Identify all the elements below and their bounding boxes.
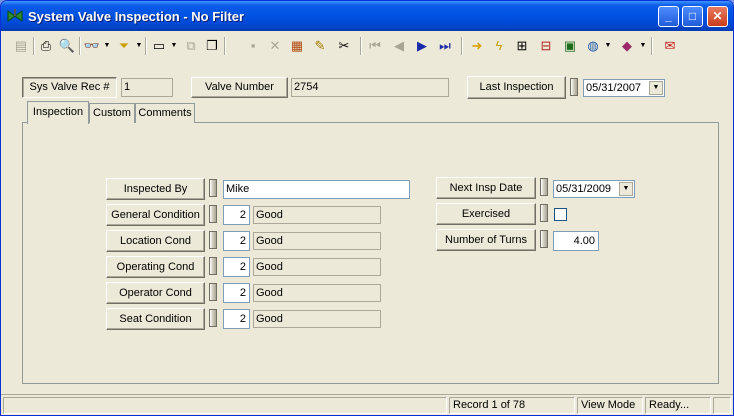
new-record-icon[interactable]: ▤ xyxy=(11,35,31,57)
inspected-by-button[interactable]: Inspected By xyxy=(106,178,205,200)
resize-grip[interactable] xyxy=(713,397,731,414)
lock-indicator xyxy=(540,178,548,196)
print-icon[interactable]: ⎙ xyxy=(36,35,56,57)
status-state: Ready... xyxy=(645,397,711,414)
inspected-by-input[interactable]: Mike xyxy=(223,180,410,199)
lock-indicator xyxy=(209,257,217,275)
chevron-down-icon[interactable]: ▼ xyxy=(103,35,111,57)
lock-indicator xyxy=(209,283,217,301)
tab-inspection[interactable]: Inspection xyxy=(27,101,89,124)
seat-condition-code[interactable]: 2 xyxy=(223,309,250,329)
toolbar-separator xyxy=(360,37,362,55)
books-icon[interactable]: ▦ xyxy=(287,35,307,57)
globe-icon[interactable]: ◍ xyxy=(583,35,603,57)
tab-comments[interactable]: Comments xyxy=(135,103,195,123)
seat-condition-desc: Good xyxy=(253,310,381,328)
valve-number-button[interactable]: Valve Number xyxy=(191,77,288,98)
copy-icon[interactable]: ❐ xyxy=(202,35,222,57)
close-button[interactable]: ✕ xyxy=(707,6,728,27)
last-record-icon[interactable]: ⏭ xyxy=(435,35,455,57)
operator-cond-desc: Good xyxy=(253,284,381,302)
general-condition-button[interactable]: General Condition xyxy=(106,204,205,226)
lock-indicator xyxy=(570,78,578,96)
toolbar: ▤ ⎙ 🔍 👓 ▼ ⏷ ▼ ▭ ▼ ⧉ ❐ ▪ ✕ ▦ ✎ ✂ ⏮ ◀ ▶ ⏭ … xyxy=(3,32,731,60)
operating-cond-code[interactable]: 2 xyxy=(223,257,250,277)
binoculars-icon[interactable]: 👓 xyxy=(82,35,102,57)
seat-condition-button[interactable]: Seat Condition xyxy=(106,308,205,330)
number-of-turns-button[interactable]: Number of Turns xyxy=(436,229,536,251)
title-bar[interactable]: System Valve Inspection - No Filter _ □ … xyxy=(1,1,733,31)
form-icon[interactable]: ▭ xyxy=(149,35,169,57)
next-insp-date-combo[interactable]: 05/31/2009 ▼ xyxy=(553,180,635,198)
location-cond-code[interactable]: 2 xyxy=(223,231,250,251)
tree-icon[interactable]: ⊞ xyxy=(512,35,532,57)
toolbar-separator xyxy=(33,37,35,55)
filter-icon[interactable]: ⏷ xyxy=(114,35,134,57)
valve-icon xyxy=(7,9,23,22)
lock-indicator xyxy=(209,205,217,223)
status-record: Record 1 of 78 xyxy=(449,397,575,414)
tab-custom[interactable]: Custom xyxy=(89,103,135,123)
chevron-down-icon[interactable]: ▼ xyxy=(619,182,633,196)
operating-cond-desc: Good xyxy=(253,258,381,276)
valve-number-field: 2754 xyxy=(291,78,449,97)
status-bar: Record 1 of 78 View Mode Ready... xyxy=(1,394,733,415)
toolbar-separator xyxy=(461,37,463,55)
book-icon[interactable]: ◆ xyxy=(617,35,637,57)
number-of-turns-input[interactable]: 4.00 xyxy=(553,231,599,251)
map-icon[interactable]: ▣ xyxy=(560,35,580,57)
sys-valve-rec-field: 1 xyxy=(121,78,173,97)
toolbar-separator xyxy=(224,37,226,55)
exercised-button[interactable]: Exercised xyxy=(436,203,536,225)
next-record-icon[interactable]: ▶ xyxy=(412,35,432,57)
maximize-button[interactable]: □ xyxy=(682,6,703,27)
status-mode: View Mode xyxy=(577,397,643,414)
operator-cond-button[interactable]: Operator Cond xyxy=(106,282,205,304)
next-insp-date-value: 05/31/2009 xyxy=(556,183,612,195)
chevron-down-icon[interactable]: ▼ xyxy=(604,35,612,57)
first-record-icon[interactable]: ⏮ xyxy=(365,35,385,57)
goto-arrow-icon[interactable]: ➜ xyxy=(467,35,487,57)
operator-cond-code[interactable]: 2 xyxy=(223,283,250,303)
save-icon[interactable]: ▪ xyxy=(243,35,263,57)
toolbar-separator xyxy=(651,37,653,55)
minimize-button[interactable]: _ xyxy=(658,6,679,27)
pencil-icon[interactable]: ✎ xyxy=(310,35,330,57)
next-insp-date-button[interactable]: Next Insp Date xyxy=(436,177,536,199)
lock-indicator xyxy=(209,309,217,327)
chevron-down-icon[interactable]: ▼ xyxy=(639,35,647,57)
lightning-icon[interactable]: ϟ xyxy=(489,35,509,57)
status-empty-cell xyxy=(3,397,447,414)
exercised-checkbox[interactable] xyxy=(554,208,567,221)
lock-indicator xyxy=(540,230,548,248)
window-title: System Valve Inspection - No Filter xyxy=(28,9,245,24)
print-preview-icon[interactable]: 🔍 xyxy=(57,35,77,57)
operating-cond-button[interactable]: Operating Cond xyxy=(106,256,205,278)
lock-indicator xyxy=(209,179,217,197)
lock-indicator xyxy=(209,231,217,249)
hierarchy-icon[interactable]: ⊟ xyxy=(536,35,556,57)
chevron-down-icon[interactable]: ▼ xyxy=(649,81,663,95)
chevron-down-icon[interactable]: ▼ xyxy=(135,35,143,57)
previous-record-icon[interactable]: ◀ xyxy=(389,35,409,57)
delete-icon[interactable]: ✕ xyxy=(265,35,285,57)
location-cond-desc: Good xyxy=(253,232,381,250)
mail-icon[interactable]: ✉ xyxy=(660,35,680,57)
sys-valve-rec-button[interactable]: Sys Valve Rec # xyxy=(22,77,117,98)
toolbar-separator xyxy=(79,37,81,55)
inspection-tab-panel xyxy=(22,122,719,384)
app-window: System Valve Inspection - No Filter _ □ … xyxy=(0,0,734,416)
chevron-down-icon[interactable]: ▼ xyxy=(170,35,178,57)
last-inspection-date-value: 05/31/2007 xyxy=(586,82,642,94)
scissors-icon[interactable]: ✂ xyxy=(334,35,354,57)
general-condition-code[interactable]: 2 xyxy=(223,205,250,225)
location-cond-button[interactable]: Location Cond xyxy=(106,230,205,252)
last-inspection-date-combo[interactable]: 05/31/2007 ▼ xyxy=(583,79,665,97)
general-condition-desc: Good xyxy=(253,206,381,224)
toolbar-separator xyxy=(145,37,147,55)
copy-form-icon[interactable]: ⧉ xyxy=(181,35,201,57)
last-inspection-button[interactable]: Last Inspection xyxy=(467,76,566,99)
lock-indicator xyxy=(540,204,548,222)
